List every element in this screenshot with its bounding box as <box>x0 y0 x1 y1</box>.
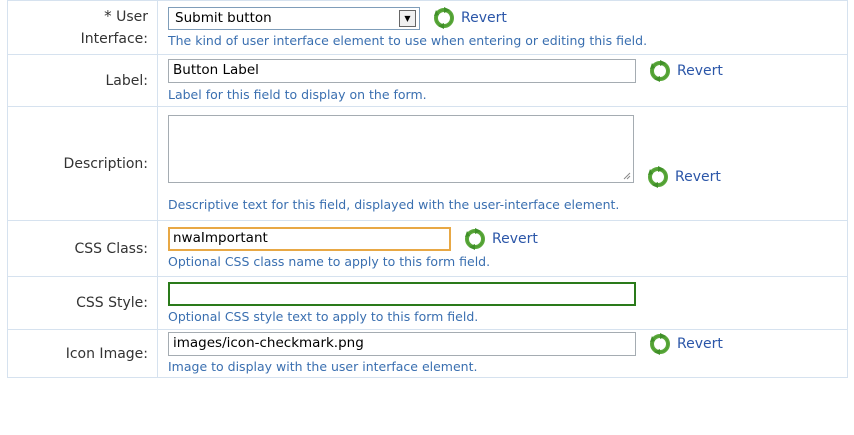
row-icon-image: Icon Image: images/icon-checkmark.png Re… <box>7 329 848 378</box>
row-user-interface: * User Interface: Submit button ▼ Revert… <box>7 0 848 55</box>
user-interface-selected-value: Submit button <box>175 10 272 26</box>
revert-refresh-icon <box>648 332 672 356</box>
revert-label: Revert <box>492 231 538 247</box>
required-mark: * <box>104 7 112 25</box>
user-interface-label-line1: User <box>116 9 148 25</box>
revert-refresh-icon <box>648 59 672 83</box>
icon-image-help: Image to display with the user interface… <box>168 359 478 374</box>
css-style-help: Optional CSS style text to apply to this… <box>168 308 479 324</box>
row-css-style: CSS Style: Optional CSS style text to ap… <box>7 276 848 330</box>
revert-button[interactable]: Revert <box>463 227 538 251</box>
label-input[interactable]: Button Label <box>168 58 636 83</box>
user-interface-label-line2: Interface: <box>80 31 148 47</box>
description-cell: Revert Descriptive text for this field, … <box>157 106 848 221</box>
css-style-label: CSS Style: <box>7 276 158 330</box>
revert-label: Revert <box>675 168 721 185</box>
user-interface-help: The kind of user interface element to us… <box>168 33 648 48</box>
revert-button[interactable]: Revert <box>432 6 507 30</box>
revert-label: Revert <box>461 10 507 26</box>
css-style-cell: Optional CSS style text to apply to this… <box>157 276 848 330</box>
revert-label: Revert <box>677 336 723 352</box>
description-help: Descriptive text for this field, display… <box>168 196 620 212</box>
user-interface-select[interactable]: Submit button ▼ <box>168 6 420 30</box>
label-help: Label for this field to display on the f… <box>168 86 427 102</box>
description-textarea[interactable] <box>168 114 634 183</box>
chevron-down-icon[interactable]: ▼ <box>399 9 416 27</box>
icon-image-cell: images/icon-checkmark.png Revert Image t… <box>157 329 848 378</box>
css-class-help: Optional CSS class name to apply to this… <box>168 254 491 269</box>
resize-grip-icon[interactable] <box>623 172 631 180</box>
user-interface-cell: Submit button ▼ Revert The kind of user … <box>157 0 848 55</box>
revert-button[interactable]: Revert <box>648 59 723 83</box>
row-css-class: CSS Class: nwaImportant Revert Optional … <box>7 220 848 277</box>
css-style-input[interactable] <box>168 281 636 306</box>
revert-button[interactable]: Revert <box>646 165 721 189</box>
revert-refresh-icon <box>432 6 456 30</box>
css-class-input[interactable]: nwaImportant <box>168 227 451 251</box>
css-class-label: CSS Class: <box>7 220 158 277</box>
field-properties-form: * User Interface: Submit button ▼ Revert… <box>7 0 848 378</box>
description-label: Description: <box>7 106 158 221</box>
label-field-label: Label: <box>7 54 158 107</box>
revert-refresh-icon <box>646 165 670 189</box>
revert-button[interactable]: Revert <box>648 332 723 356</box>
label-cell: Button Label Revert Label for this field… <box>157 54 848 107</box>
icon-image-label: Icon Image: <box>7 329 158 378</box>
revert-refresh-icon <box>463 227 487 251</box>
row-label: Label: Button Label Revert Label for thi… <box>7 54 848 107</box>
row-description: Description: Revert Descriptive text for… <box>7 106 848 221</box>
user-interface-label: * User Interface: <box>7 0 158 55</box>
revert-label: Revert <box>677 62 723 79</box>
css-class-cell: nwaImportant Revert Optional CSS class n… <box>157 220 848 277</box>
icon-image-input[interactable]: images/icon-checkmark.png <box>168 332 636 356</box>
